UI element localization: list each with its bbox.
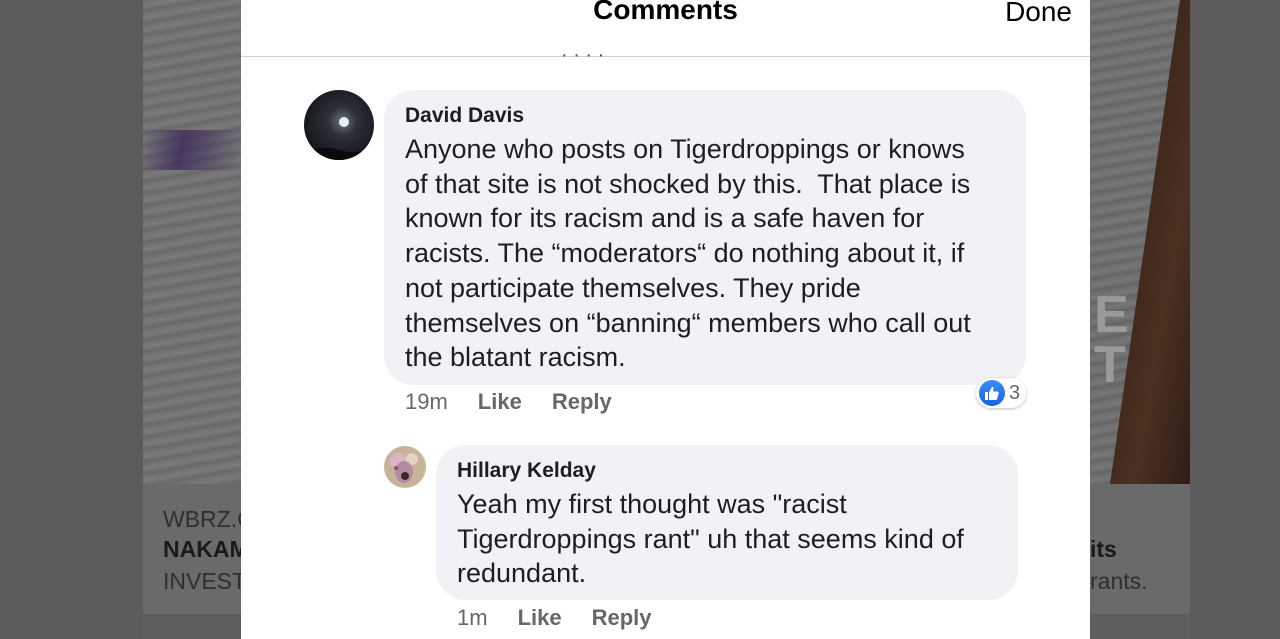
modal-title: Comments — [593, 0, 738, 25]
reply-bubble: Hillary Kelday Yeah my first thought was… — [436, 445, 1018, 600]
avatar-hillary-kelday[interactable] — [384, 446, 426, 488]
avatar-moon-icon — [304, 90, 374, 160]
reply-text: Yeah my first thought was "racist Tigerd… — [457, 489, 964, 589]
reaction-summary[interactable]: 3 — [976, 378, 1027, 408]
reaction-count: 3 — [1009, 381, 1021, 404]
reply-timestamp[interactable]: 1m — [457, 605, 488, 631]
reply-like-button[interactable]: Like — [518, 605, 562, 631]
modal-header: Comments Done — [241, 0, 1090, 57]
background-link-card-left: WBRZ.C NAKAM INVEST — [143, 484, 254, 614]
comment-text: Anyone who posts on Tigerdroppings or kn… — [405, 134, 971, 373]
link-card-subtitle-right: rants. — [1090, 568, 1148, 594]
reply-meta: 1m Like Reply — [457, 605, 652, 631]
link-card-headline: NAKAM — [163, 536, 249, 562]
reply-author[interactable]: Hillary Kelday — [457, 459, 596, 483]
comment-bubble: David Davis Anyone who posts on Tigerdro… — [384, 90, 1026, 385]
like-button[interactable]: Like — [478, 389, 522, 415]
background-photo-letters: E T — [1094, 286, 1129, 394]
link-card-headline-right: its — [1090, 536, 1117, 562]
comment-author[interactable]: David Davis — [405, 104, 524, 128]
done-button[interactable]: Done — [1005, 0, 1072, 28]
comment-timestamp[interactable]: 19m — [405, 389, 448, 415]
background-wood-panel — [1110, 0, 1190, 484]
comment-meta: 19m Like Reply — [405, 389, 612, 415]
reply-reply-button[interactable]: Reply — [592, 605, 652, 631]
background-photo-left — [143, 0, 241, 484]
like-reaction-icon — [979, 380, 1005, 406]
reply-button[interactable]: Reply — [552, 389, 612, 415]
avatar-david-davis[interactable] — [304, 90, 374, 160]
link-card-subtitle: INVEST — [163, 568, 247, 594]
previous-comment-cutoff: · · · · — [561, 44, 605, 58]
avatar-mask-icon — [384, 446, 426, 488]
comments-modal: Comments Done · · · · David Davis Anyone… — [241, 0, 1090, 639]
background-photo-right: E T — [1090, 0, 1190, 484]
background-link-card-right: its rants. — [1090, 484, 1190, 614]
